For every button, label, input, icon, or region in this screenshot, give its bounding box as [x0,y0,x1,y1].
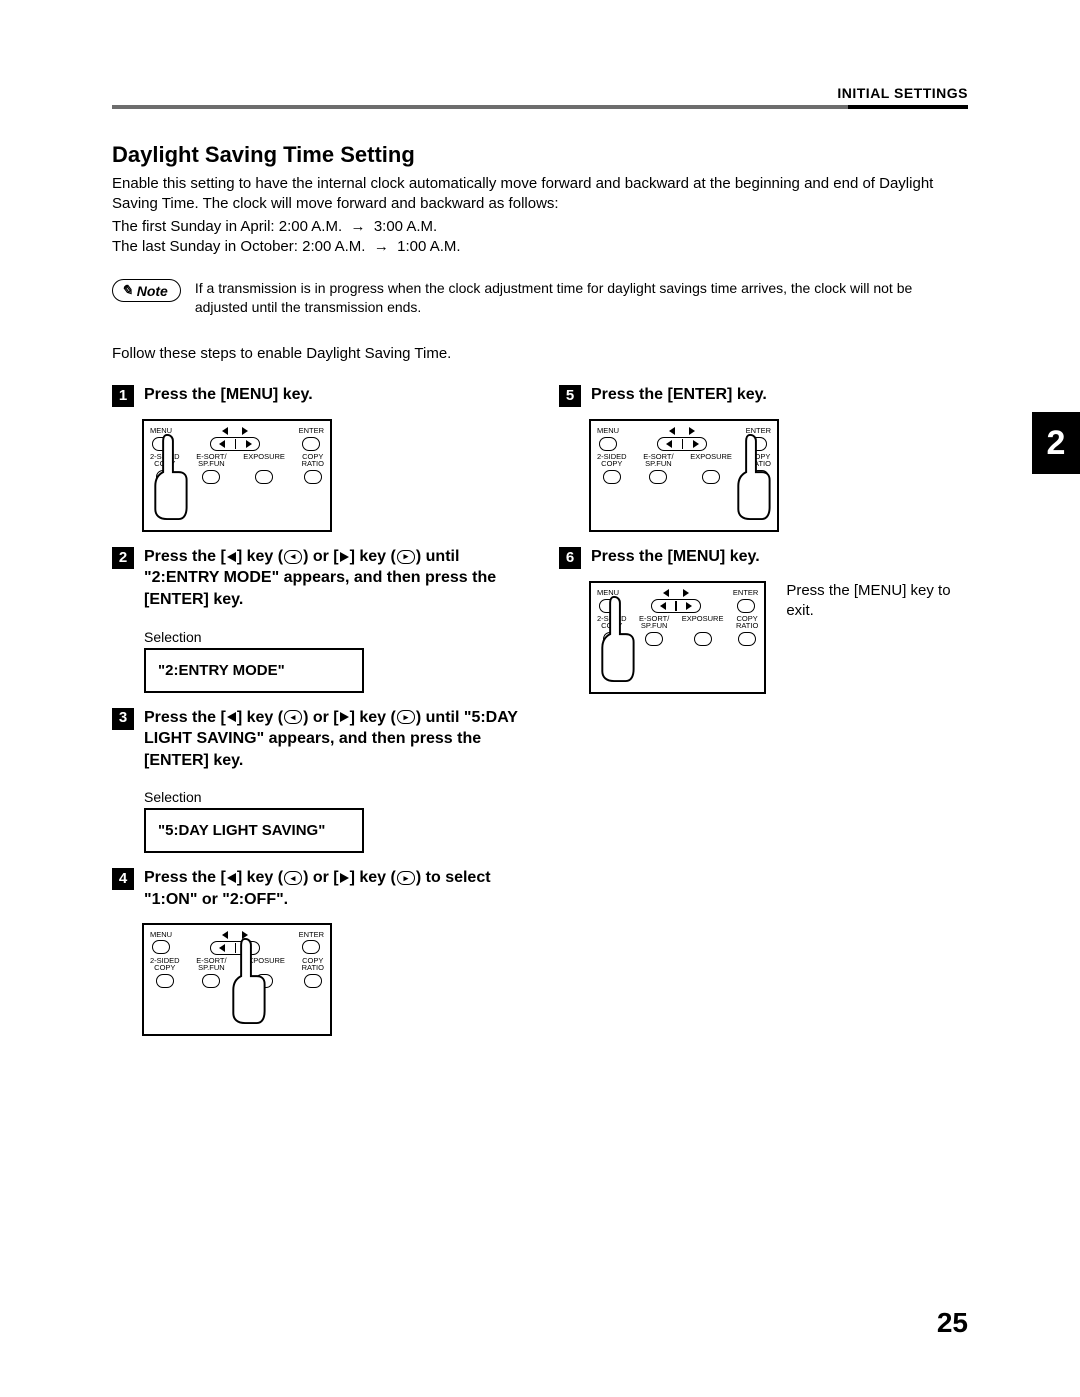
step-1: 1 Press the [MENU] key. MENU [112,384,521,532]
step-title: Press the [] key (◂) or [] key (▸) to se… [144,867,521,910]
pointing-finger-icon [226,937,268,1025]
step-number: 5 [559,385,581,407]
step-6: 6 Press the [MENU] key. MENU ENTER 2-SID… [559,546,968,694]
header-divider [112,105,968,109]
step-title: Press the [] key (◂) or [] key (▸) until… [144,546,521,611]
control-panel-figure: MENU ENTER [142,419,332,532]
follow-text: Follow these steps to enable Daylight Sa… [112,345,968,362]
arrow-toggle-icon [210,437,260,451]
arrow-right-icon: → [346,218,374,235]
step-title: Press the [MENU] key. [144,384,521,406]
arrow-right-icon: → [370,238,398,255]
lcd-display: "5:DAY LIGHT SAVING" [144,808,364,853]
right-arrow-icon [242,427,248,435]
step-3: 3 Press the [] key (◂) or [] key (▸) unt… [112,707,521,854]
left-arrow-icon [227,552,236,562]
page-number: 25 [937,1307,968,1339]
left-arrow-icon [227,873,236,883]
right-arrow-icon [340,552,349,562]
right-arrow-icon [340,712,349,722]
step-number: 1 [112,385,134,407]
left-arrow-icon [227,712,236,722]
intro-text: Enable this setting to have the internal… [112,174,968,215]
note-callout: ✎ Note If a transmission is in progress … [112,279,968,317]
step-5: 5 Press the [ENTER] key. MENU ENTER 2-SI… [559,384,968,532]
selection-label: Selection [144,629,521,645]
right-key-icon: ▸ [397,871,415,885]
left-key-icon: ◂ [284,871,302,885]
step-number: 2 [112,547,134,569]
lcd-display: "2:ENTRY MODE" [144,648,364,693]
note-badge: ✎ Note [112,279,181,302]
step-title: Press the [ENTER] key. [591,384,968,406]
pointing-finger-icon [731,433,773,521]
selection-label: Selection [144,789,521,805]
step-number: 6 [559,547,581,569]
left-arrow-icon [222,427,228,435]
intro-line-2: The last Sunday in October: 2:00 A.M. → … [112,237,968,257]
step-title: Press the [] key (◂) or [] key (▸) until… [144,707,521,772]
step-number: 4 [112,868,134,890]
pointing-finger-icon [595,595,637,683]
step-aside-text: Press the [MENU] key to exit. [786,581,968,622]
right-arrow-icon [340,873,349,883]
step-number: 3 [112,708,134,730]
left-key-icon: ◂ [284,710,302,724]
control-panel-figure: MENU ENTER 2-SIDEDCOPY E-SORT/SP.FUN EXP… [589,581,766,694]
pointing-finger-icon [148,433,190,521]
control-panel-figure: MENU ENTER 2-SIDEDCOPY E-SORT/SP.FUN EXP… [142,923,332,1036]
control-panel-figure: MENU ENTER 2-SIDEDCOPY E-SORT/SP.FUN EXP… [589,419,779,532]
step-4: 4 Press the [] key (◂) or [] key (▸) to … [112,867,521,1035]
right-key-icon: ▸ [397,550,415,564]
page-title: Daylight Saving Time Setting [112,142,968,168]
note-text: If a transmission is in progress when th… [195,279,968,317]
step-2: 2 Press the [] key (◂) or [] key (▸) unt… [112,546,521,693]
right-key-icon: ▸ [397,710,415,724]
step-title: Press the [MENU] key. [591,546,968,568]
intro-line-1: The first Sunday in April: 2:00 A.M. → 3… [112,217,968,237]
section-header: INITIAL SETTINGS [112,85,968,101]
chapter-tab: 2 [1032,412,1080,474]
pencil-icon: ✎ [121,282,133,299]
enter-button-icon [302,437,320,451]
left-key-icon: ◂ [284,550,302,564]
